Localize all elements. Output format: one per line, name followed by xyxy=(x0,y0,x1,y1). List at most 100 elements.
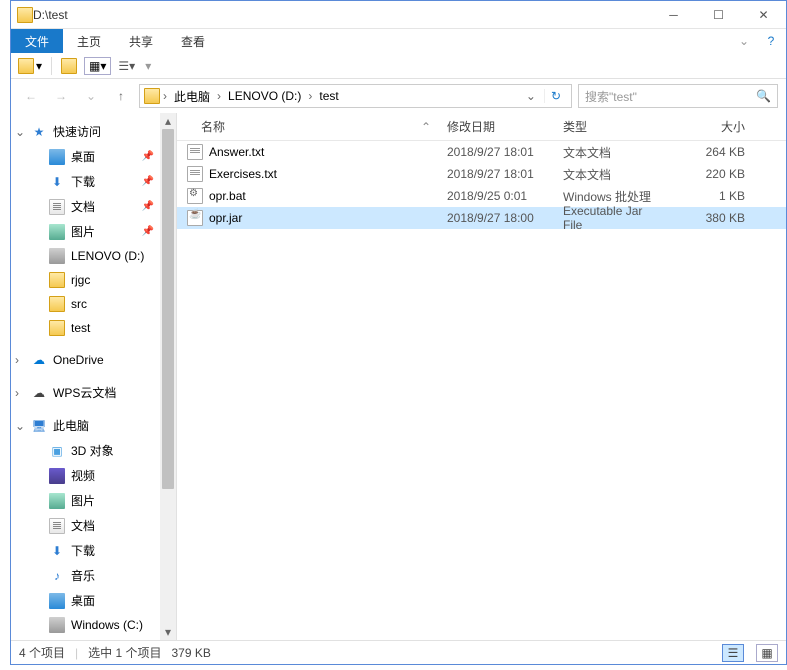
nav-downloads[interactable]: ⬇下载📌 xyxy=(11,169,176,194)
breadcrumb-folder[interactable]: test xyxy=(315,89,342,103)
nav-3d-objects[interactable]: ▣3D 对象 xyxy=(11,438,176,463)
search-placeholder: 搜索"test" xyxy=(585,88,756,105)
ribbon-tabs: 文件 主页 共享 查看 ⌄ ? xyxy=(11,29,786,53)
minimize-button[interactable]: ─ xyxy=(651,1,696,29)
nav-lenovo-d[interactable]: LENOVO (D:) xyxy=(11,244,176,268)
column-headers: 名称⌃ 修改日期 类型 大小 xyxy=(177,113,786,141)
pin-icon: 📌 xyxy=(142,151,154,162)
nav-pictures-pc[interactable]: 图片 xyxy=(11,488,176,513)
title-bar: D:\test ─ ☐ ✕ xyxy=(11,1,786,29)
nav-windows-c[interactable]: Windows (C:) xyxy=(11,613,176,637)
file-list-area: 名称⌃ 修改日期 类型 大小 Answer.txt 2018/9/27 18:01… xyxy=(177,113,786,640)
nav-scrollbar[interactable]: ▴ ▾ xyxy=(160,113,176,640)
nav-pictures[interactable]: 图片📌 xyxy=(11,219,176,244)
address-bar-row: ← → ⌄ ↑ › 此电脑 › LENOVO (D:) › test ⌄ ↻ 搜… xyxy=(11,79,786,113)
nav-music[interactable]: ♪音乐 xyxy=(11,563,176,588)
file-date: 2018/9/27 18:01 xyxy=(439,167,555,181)
nav-quick-access[interactable]: ⌄★快速访问 xyxy=(11,119,176,144)
file-type: 文本文档 xyxy=(555,166,673,183)
file-type: Windows 批处理 xyxy=(555,188,673,205)
search-icon[interactable]: 🔍 xyxy=(756,89,771,103)
nav-this-pc[interactable]: ⌄🖥此电脑 xyxy=(11,413,176,438)
col-type[interactable]: 类型 xyxy=(555,118,673,135)
nav-desktop[interactable]: 桌面📌 xyxy=(11,144,176,169)
nav-onedrive[interactable]: ›☁OneDrive xyxy=(11,348,176,372)
qat-options-button[interactable]: ☰▾ xyxy=(115,57,138,75)
address-icon xyxy=(144,88,160,104)
nav-rjgc[interactable]: rjgc xyxy=(11,268,176,292)
nav-up-button[interactable]: ↑ xyxy=(109,84,133,108)
nav-recent-button[interactable]: ⌄ xyxy=(79,84,103,108)
qat-folder-button[interactable] xyxy=(58,56,80,76)
pin-icon: 📌 xyxy=(142,176,154,187)
maximize-button[interactable]: ☐ xyxy=(696,1,741,29)
tab-view[interactable]: 查看 xyxy=(167,29,219,53)
qat-customize-button[interactable]: ▾ xyxy=(142,57,154,75)
help-button[interactable]: ? xyxy=(756,29,786,53)
scroll-up-button[interactable]: ▴ xyxy=(160,113,176,129)
file-row[interactable]: Answer.txt 2018/9/27 18:01文本文档264 KB xyxy=(177,141,786,163)
nav-src[interactable]: src xyxy=(11,292,176,316)
file-date: 2018/9/27 18:00 xyxy=(439,211,555,225)
nav-documents-pc[interactable]: 文档 xyxy=(11,513,176,538)
file-size: 1 KB xyxy=(673,189,753,203)
file-size: 264 KB xyxy=(673,145,753,159)
qat-back-button[interactable]: ▾ xyxy=(15,56,45,76)
navigation-pane: ⌄★快速访问 桌面📌 ⬇下载📌 文档📌 图片📌 LENOVO (D:) rjgc… xyxy=(11,113,177,640)
file-type: Executable Jar File xyxy=(555,204,673,232)
window-title: D:\test xyxy=(33,8,651,22)
close-button[interactable]: ✕ xyxy=(741,1,786,29)
file-name: Exercises.txt xyxy=(209,167,277,181)
address-bar[interactable]: › 此电脑 › LENOVO (D:) › test ⌄ ↻ xyxy=(139,84,572,108)
nav-forward-button[interactable]: → xyxy=(49,84,73,108)
nav-wps[interactable]: ›☁WPS云文档 xyxy=(11,380,176,405)
pin-icon: 📌 xyxy=(142,201,154,212)
file-list: Answer.txt 2018/9/27 18:01文本文档264 KB Exerc… xyxy=(177,141,786,229)
breadcrumb-drive[interactable]: LENOVO (D:) xyxy=(224,89,305,103)
nav-desktop-pc[interactable]: 桌面 xyxy=(11,588,176,613)
nav-back-button[interactable]: ← xyxy=(19,84,43,108)
view-details-button[interactable]: ☰ xyxy=(722,644,744,662)
tab-file[interactable]: 文件 xyxy=(11,29,63,53)
file-icon xyxy=(187,210,203,226)
status-item-count: 4 个项目 xyxy=(19,644,65,661)
pin-icon: 📌 xyxy=(142,226,154,237)
file-size: 220 KB xyxy=(673,167,753,181)
col-name[interactable]: 名称⌃ xyxy=(177,118,439,135)
window-icon xyxy=(17,7,33,23)
file-name: opr.bat xyxy=(209,189,246,203)
breadcrumb-chevron-icon[interactable]: › xyxy=(214,89,224,103)
nav-test[interactable]: test xyxy=(11,316,176,340)
col-date[interactable]: 修改日期 xyxy=(439,118,555,135)
refresh-button[interactable]: ↻ xyxy=(544,89,567,103)
file-date: 2018/9/27 18:01 xyxy=(439,145,555,159)
scroll-thumb[interactable] xyxy=(162,129,174,489)
file-type: 文本文档 xyxy=(555,144,673,161)
ribbon-expand-button[interactable]: ⌄ xyxy=(732,29,756,53)
nav-downloads-pc[interactable]: ⬇下载 xyxy=(11,538,176,563)
file-row[interactable]: opr.bat 2018/9/25 0:01Windows 批处理1 KB xyxy=(177,185,786,207)
file-icon xyxy=(187,188,203,204)
view-large-icons-button[interactable]: ▦ xyxy=(756,644,778,662)
file-name: opr.jar xyxy=(209,211,242,225)
file-name: Answer.txt xyxy=(209,145,264,159)
breadcrumb-root[interactable]: 此电脑 xyxy=(170,88,214,105)
file-date: 2018/9/25 0:01 xyxy=(439,189,555,203)
file-row[interactable]: Exercises.txt 2018/9/27 18:01文本文档220 KB xyxy=(177,163,786,185)
search-input[interactable]: 搜索"test" 🔍 xyxy=(578,84,778,108)
scroll-down-button[interactable]: ▾ xyxy=(160,624,176,640)
tab-home[interactable]: 主页 xyxy=(63,29,115,53)
col-size[interactable]: 大小 xyxy=(673,118,753,135)
nav-documents[interactable]: 文档📌 xyxy=(11,194,176,219)
qat-view-button[interactable]: ▦▾ xyxy=(84,57,111,75)
file-row[interactable]: opr.jar 2018/9/27 18:00Executable Jar Fil… xyxy=(177,207,786,229)
status-bar: 4 个项目 | 选中 1 个项目 379 KB ☰ ▦ xyxy=(11,640,786,664)
address-dropdown-button[interactable]: ⌄ xyxy=(522,89,540,103)
tab-share[interactable]: 共享 xyxy=(115,29,167,53)
quick-access-toolbar: ▾ ▦▾ ☰▾ ▾ xyxy=(11,53,786,79)
status-selection: 选中 1 个项目 xyxy=(88,644,161,661)
nav-videos[interactable]: 视频 xyxy=(11,463,176,488)
file-icon xyxy=(187,144,203,160)
breadcrumb-chevron-icon[interactable]: › xyxy=(305,89,315,103)
breadcrumb-chevron-icon[interactable]: › xyxy=(160,89,170,103)
